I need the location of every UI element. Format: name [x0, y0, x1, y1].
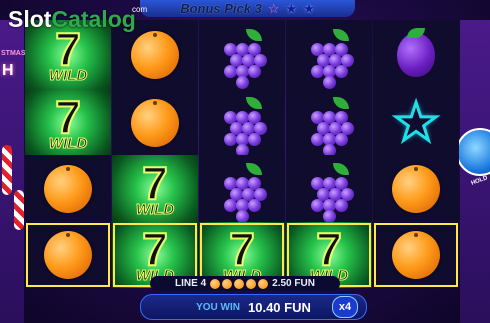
- reel-grid: 7WILD7WILD7WILD7WILD7WILD7WILD★: [25, 20, 459, 288]
- reel-cell: [286, 20, 372, 90]
- bonus-pick-header: Bonus Pick 3 ☆ ★ ★: [140, 0, 355, 17]
- seven-wild-icon: 7WILD: [33, 25, 103, 85]
- orange-icon: [44, 164, 92, 213]
- logo-suffix: com: [132, 5, 148, 14]
- grapes-icon: [216, 29, 268, 89]
- candy-cane-icon: [14, 190, 24, 230]
- orange-icon: [234, 278, 245, 289]
- reel-cell: [112, 90, 198, 155]
- line-win-bar: LINE 4 2.50 FUN: [150, 276, 340, 291]
- grapes-icon: [303, 96, 355, 155]
- side-left-text: STMAS: [1, 50, 26, 57]
- seven-numeral: 7: [54, 90, 82, 143]
- reel-cell: [373, 155, 459, 222]
- star-empty-icon: ★: [285, 1, 298, 16]
- wild-label: WILD: [135, 200, 175, 218]
- slotcatalog-logo: SlotCatalog: [8, 6, 136, 33]
- reel-cell: 7WILD: [25, 90, 111, 155]
- star-empty-icon: ★: [303, 1, 315, 16]
- reel-3: 7WILD: [199, 20, 285, 288]
- seven-wild-icon: 7WILD: [120, 156, 190, 219]
- seven-numeral: 7: [315, 223, 343, 275]
- line-symbols: [210, 278, 269, 289]
- plum-icon: [397, 28, 435, 77]
- line-label: LINE 4: [175, 278, 207, 289]
- reel-cell: [25, 222, 111, 288]
- grapes-icon: [216, 162, 268, 222]
- candy-cane-icon: [2, 145, 12, 195]
- orange-icon: [392, 164, 440, 213]
- orange-icon: [246, 278, 257, 289]
- reel-cell: ★: [373, 90, 459, 155]
- reel-cell: [25, 155, 111, 222]
- seven-numeral: 7: [141, 223, 169, 275]
- reel-1: 7 WILD 7 WILD: [25, 20, 111, 288]
- orange-icon: [210, 278, 221, 289]
- win-label: YOU WIN: [196, 301, 240, 313]
- reel-cell: [286, 90, 372, 155]
- orange-icon: [131, 98, 179, 147]
- reel-cell: [199, 155, 285, 222]
- orange-icon: [44, 231, 92, 279]
- win-amount: 10.40 FUN: [248, 299, 311, 315]
- reel-cell: 7WILD: [112, 155, 198, 222]
- line-win-amount: 2.50 FUN: [272, 278, 315, 289]
- orange-icon: [258, 278, 269, 289]
- seven-wild-icon: 7WILD: [33, 90, 103, 153]
- orange-icon: [131, 31, 179, 79]
- reel-cell: [373, 20, 459, 90]
- side-left-letter: H: [2, 62, 14, 79]
- logo-part-2: Catalog: [51, 6, 136, 32]
- wild-label: WILD: [48, 67, 88, 85]
- reel-cell: [286, 155, 372, 222]
- grapes-icon: [216, 96, 268, 155]
- reel-4: 7WILD: [286, 20, 372, 288]
- reel-2: 7WILD7WILD: [112, 20, 198, 288]
- reel-5: ★: [373, 20, 459, 288]
- logo-part-1: Slot: [8, 6, 52, 32]
- seven-numeral: 7: [141, 156, 169, 209]
- reel-cell: [373, 222, 459, 288]
- reel-cell: [199, 20, 285, 90]
- orange-icon: [392, 231, 440, 279]
- grapes-icon: [303, 29, 355, 89]
- grapes-icon: [303, 162, 355, 222]
- bonus-pick-title: Bonus Pick 3: [180, 1, 262, 16]
- reel-cell: [199, 90, 285, 155]
- star-icon: ★: [391, 93, 441, 152]
- orange-icon: [222, 278, 233, 289]
- star-filled-icon: ☆: [267, 1, 280, 16]
- seven-numeral: 7: [228, 223, 256, 275]
- multiplier-badge: x4: [332, 296, 358, 318]
- wild-label: WILD: [48, 134, 88, 152]
